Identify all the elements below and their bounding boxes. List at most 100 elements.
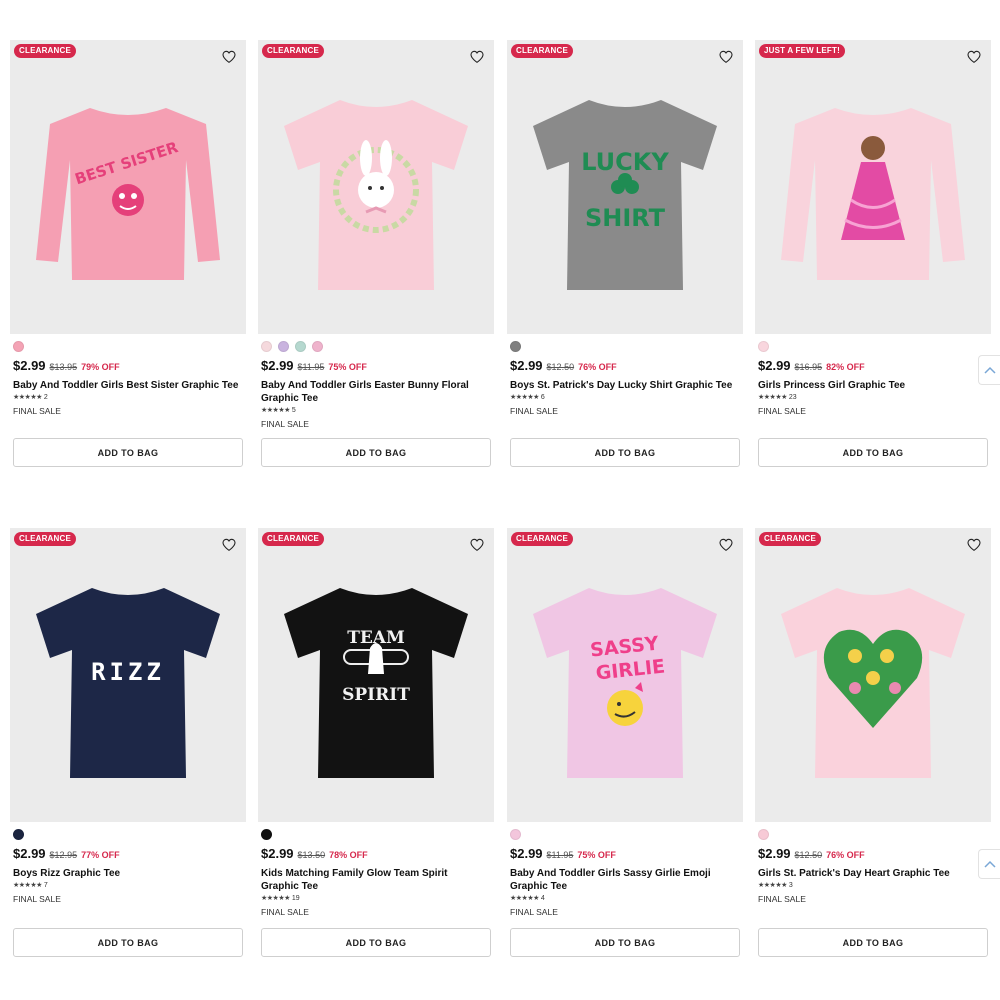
add-to-bag-button[interactable]: ADD TO BAG xyxy=(13,438,243,467)
add-to-bag-button[interactable]: ADD TO BAG xyxy=(510,928,740,957)
product-image-container[interactable]: TEAM SPIRIT CLEARANCE xyxy=(258,528,494,822)
discount-percent: 82% OFF xyxy=(826,362,865,372)
svg-text:SPIRIT: SPIRIT xyxy=(342,685,410,705)
wishlist-heart-icon[interactable] xyxy=(218,534,240,556)
chevron-up-icon xyxy=(983,366,996,374)
add-to-bag-button[interactable]: ADD TO BAG xyxy=(510,438,740,467)
product-card: JUST A FEW LEFT! $2.99 $16.95 82% OFF Gi… xyxy=(755,40,991,480)
star-rating-icon: ★★★★★ xyxy=(13,394,42,401)
sale-price: $2.99 xyxy=(758,358,791,373)
add-to-bag-button[interactable]: ADD TO BAG xyxy=(758,438,988,467)
original-price: $13.50 xyxy=(297,850,326,860)
star-rating-icon: ★★★★★ xyxy=(13,882,42,889)
product-image-container[interactable]: CLEARANCE xyxy=(755,528,991,822)
product-rating: ★★★★★ 23 xyxy=(755,393,991,402)
price-row: $2.99 $16.95 82% OFF xyxy=(755,358,991,373)
price-row: $2.99 $12.50 76% OFF xyxy=(755,846,991,861)
color-swatch[interactable] xyxy=(758,341,769,352)
original-price: $13.95 xyxy=(49,362,78,372)
review-count: 2 xyxy=(43,393,48,401)
product-name[interactable]: Kids Matching Family Glow Team Spirit Gr… xyxy=(258,867,494,893)
color-swatches xyxy=(10,829,246,841)
product-name[interactable]: Boys St. Patrick's Day Lucky Shirt Graph… xyxy=(507,379,743,392)
product-image-container[interactable]: LUCKY SHIRT CLEARANCE xyxy=(507,40,743,334)
svg-text:LUCKY: LUCKY xyxy=(581,148,669,176)
sale-price: $2.99 xyxy=(510,846,543,861)
product-image-container[interactable]: SASSY GIRLIE CLEARANCE xyxy=(507,528,743,822)
product-card: CLEARANCE $2.99 $12.50 76% OFF Girls St.… xyxy=(755,528,991,968)
scroll-to-top-button[interactable] xyxy=(978,355,1000,385)
discount-percent: 77% OFF xyxy=(81,850,120,860)
add-to-bag-button[interactable]: ADD TO BAG xyxy=(758,928,988,957)
wishlist-heart-icon[interactable] xyxy=(466,46,488,68)
product-image[interactable]: RIZZ xyxy=(10,528,246,822)
product-rating: ★★★★★ 4 xyxy=(507,894,743,903)
color-swatch[interactable] xyxy=(261,341,272,352)
product-image-container[interactable]: BEST SISTER CLEARANCE xyxy=(10,40,246,334)
product-image[interactable]: SASSY GIRLIE xyxy=(507,528,743,822)
product-name[interactable]: Girls Princess Girl Graphic Tee xyxy=(755,379,991,392)
star-rating-icon: ★★★★★ xyxy=(758,882,787,889)
sale-price: $2.99 xyxy=(13,358,46,373)
color-swatch[interactable] xyxy=(13,829,24,840)
sale-price: $2.99 xyxy=(261,358,294,373)
product-name[interactable]: Baby And Toddler Girls Easter Bunny Flor… xyxy=(258,379,494,405)
product-badge: CLEARANCE xyxy=(14,44,77,58)
product-image[interactable] xyxy=(755,40,991,334)
product-card: RIZZ CLEARANCE $2.99 $12.95 77% OFF Boys… xyxy=(10,528,246,968)
product-image-container[interactable]: RIZZ CLEARANCE xyxy=(10,528,246,822)
add-to-bag-button[interactable]: ADD TO BAG xyxy=(261,928,491,957)
review-count: 19 xyxy=(291,894,300,902)
product-rating: ★★★★★ 3 xyxy=(755,881,991,890)
wishlist-heart-icon[interactable] xyxy=(715,534,737,556)
wishlist-heart-icon[interactable] xyxy=(963,46,985,68)
product-image-container[interactable]: JUST A FEW LEFT! xyxy=(755,40,991,334)
final-sale-label: FINAL SALE xyxy=(510,907,558,917)
color-swatch[interactable] xyxy=(758,829,769,840)
color-swatch[interactable] xyxy=(13,341,24,352)
wishlist-heart-icon[interactable] xyxy=(466,534,488,556)
scroll-to-top-button-2[interactable] xyxy=(978,849,1000,879)
color-swatch[interactable] xyxy=(278,341,289,352)
wishlist-heart-icon[interactable] xyxy=(963,534,985,556)
color-swatch[interactable] xyxy=(510,341,521,352)
final-sale-label: FINAL SALE xyxy=(758,894,806,904)
product-image-container[interactable]: CLEARANCE xyxy=(258,40,494,334)
star-rating-icon: ★★★★★ xyxy=(510,895,539,902)
review-count: 6 xyxy=(540,393,545,401)
original-price: $11.95 xyxy=(297,362,325,372)
color-swatches xyxy=(755,829,991,841)
add-to-bag-button[interactable]: ADD TO BAG xyxy=(13,928,243,957)
color-swatches xyxy=(507,341,743,353)
product-rating: ★★★★★ 7 xyxy=(10,881,246,890)
final-sale-label: FINAL SALE xyxy=(758,406,806,416)
color-swatch[interactable] xyxy=(312,341,323,352)
final-sale-label: FINAL SALE xyxy=(261,419,309,429)
product-rating: ★★★★★ 6 xyxy=(507,393,743,402)
product-grid: BEST SISTER CLEARANCE $2.99 $13.95 79% O… xyxy=(0,0,1000,1000)
product-badge: CLEARANCE xyxy=(14,532,77,546)
final-sale-label: FINAL SALE xyxy=(261,907,309,917)
wishlist-heart-icon[interactable] xyxy=(218,46,240,68)
wishlist-heart-icon[interactable] xyxy=(715,46,737,68)
product-image[interactable]: TEAM SPIRIT xyxy=(258,528,494,822)
review-count: 4 xyxy=(540,894,545,902)
color-swatch[interactable] xyxy=(510,829,521,840)
sale-price: $2.99 xyxy=(758,846,791,861)
product-name[interactable]: Baby And Toddler Girls Best Sister Graph… xyxy=(10,379,246,392)
product-name[interactable]: Boys Rizz Graphic Tee xyxy=(10,867,246,880)
price-row: $2.99 $13.50 78% OFF xyxy=(258,846,494,861)
product-image[interactable] xyxy=(258,40,494,334)
product-image[interactable]: LUCKY SHIRT xyxy=(507,40,743,334)
product-name[interactable]: Girls St. Patrick's Day Heart Graphic Te… xyxy=(755,867,991,880)
product-image[interactable]: BEST SISTER xyxy=(10,40,246,334)
add-to-bag-button[interactable]: ADD TO BAG xyxy=(261,438,491,467)
color-swatch[interactable] xyxy=(261,829,272,840)
svg-text:RIZZ: RIZZ xyxy=(91,658,165,686)
price-row: $2.99 $12.95 77% OFF xyxy=(10,846,246,861)
color-swatch[interactable] xyxy=(295,341,306,352)
product-card: BEST SISTER CLEARANCE $2.99 $13.95 79% O… xyxy=(10,40,246,480)
product-name[interactable]: Baby And Toddler Girls Sassy Girlie Emoj… xyxy=(507,867,743,893)
product-card: LUCKY SHIRT CLEARANCE $2.99 $12.50 76% O… xyxy=(507,40,743,480)
product-image[interactable] xyxy=(755,528,991,822)
